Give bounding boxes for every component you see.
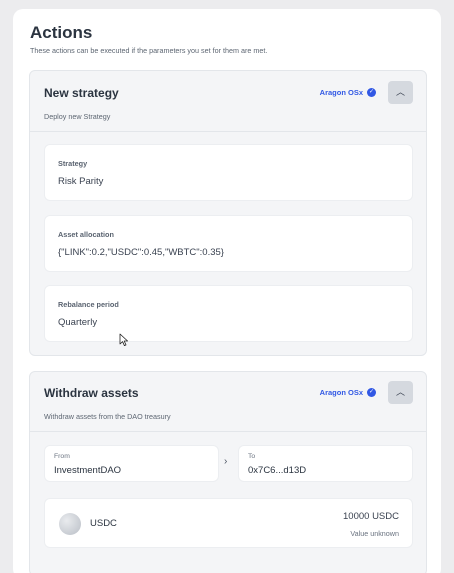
withdraw-title: Withdraw assets [44,386,139,400]
mouse-pointer-icon [119,333,128,346]
chevron-up-icon: ︿ [395,87,405,97]
aragon-osx-badge: Aragon OSx ✓ [320,388,376,397]
token-symbol: USDC [90,518,117,529]
field-value: {"LINK":0.2,"USDC":0.45,"WBTC":0.35} [58,247,224,258]
new-strategy-card: New strategy Aragon OSx ✓ ︿ Deploy new S… [29,70,427,356]
from-label: From [54,453,70,460]
to-value: 0x7C6...d13D [248,465,307,476]
field-label: Asset allocation [58,230,114,239]
withdraw-description: Withdraw assets from the DAO treasury [44,412,171,421]
from-address-box: From InvestmentDAO [44,445,219,482]
to-label: To [248,453,256,460]
collapse-button[interactable]: ︿ [388,81,413,104]
asset-allocation-field: Asset allocation {"LINK":0.2,"USDC":0.45… [44,215,413,272]
actions-panel: Actions These actions can be executed if… [13,9,441,573]
chevron-right-icon: › [224,456,228,467]
token-amount: 10000 USDC [343,511,399,522]
token-logo-icon [59,513,81,535]
actions-subtitle: These actions can be executed if the par… [30,46,268,55]
aragon-osx-badge: Aragon OSx ✓ [320,88,376,97]
withdraw-assets-card: Withdraw assets Aragon OSx ✓ ︿ Withdraw … [29,371,427,573]
field-label: Rebalance period [58,300,119,309]
check-badge-icon: ✓ [367,388,376,397]
token-value: Value unknown [350,529,399,538]
badge-label: Aragon OSx [319,88,363,97]
rebalance-period-field: Rebalance period Quarterly [44,285,413,342]
from-value: InvestmentDAO [54,465,122,476]
field-value: Risk Parity [58,176,104,187]
new-strategy-title: New strategy [44,86,119,100]
divider [30,131,426,132]
new-strategy-description: Deploy new Strategy [44,112,111,121]
field-label: Strategy [58,159,88,168]
field-value: Quarterly [58,317,98,328]
check-badge-icon: ✓ [367,88,376,97]
actions-title: Actions [30,23,93,42]
collapse-button[interactable]: ︿ [388,381,413,404]
token-row: USDC 10000 USDC Value unknown [44,498,413,548]
divider [30,431,426,432]
badge-label: Aragon OSx [319,388,363,397]
to-address-box: To 0x7C6...d13D [238,445,413,482]
chevron-up-icon: ︿ [395,387,405,397]
strategy-field: Strategy Risk Parity [44,144,413,201]
